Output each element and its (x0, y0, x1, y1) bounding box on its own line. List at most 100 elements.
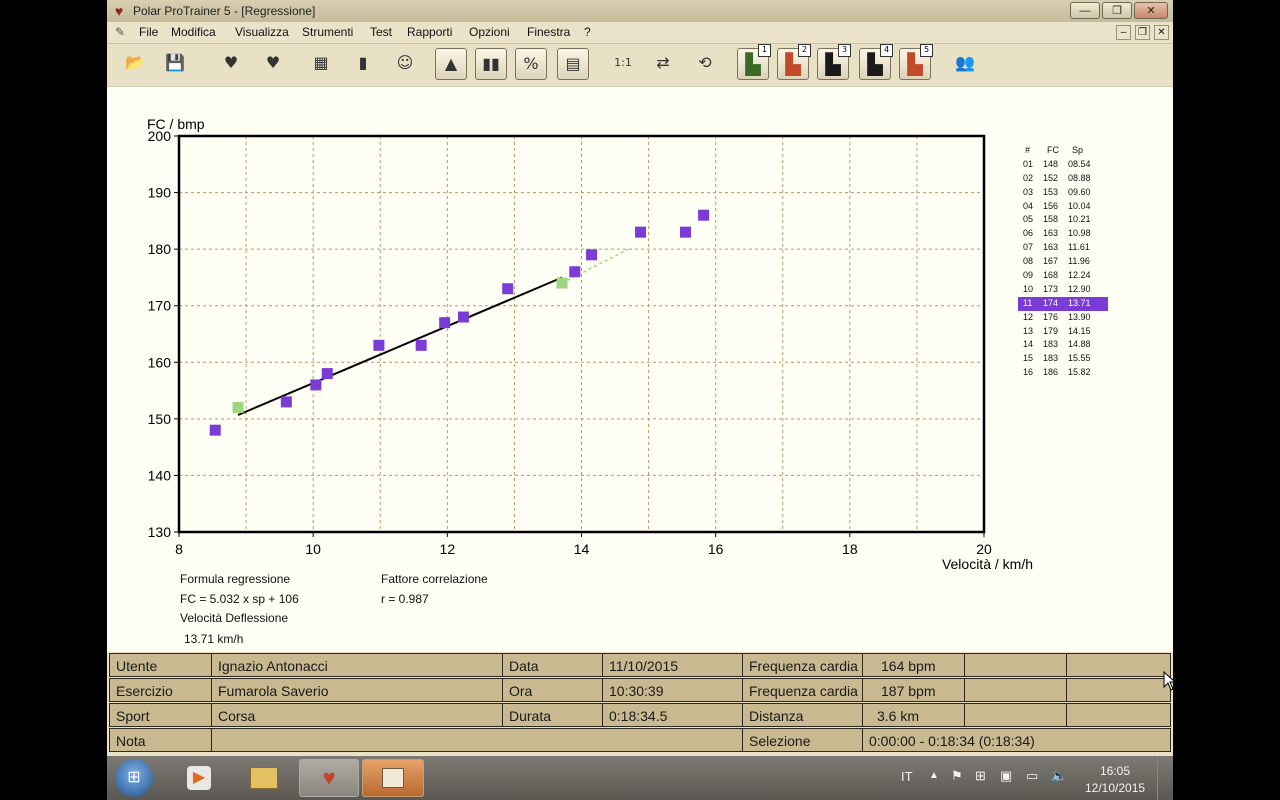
mdi-close-button[interactable]: ✕ (1154, 25, 1169, 40)
menu-finestra[interactable]: Finestra (527, 25, 570, 39)
polar-heart-icon: ♥ (322, 765, 336, 790)
minimize-button[interactable]: — (1070, 2, 1100, 19)
users-icon: 👥 (955, 53, 975, 72)
device-icon[interactable]: ▣ (1000, 768, 1012, 784)
menu-modifica[interactable]: Modifica (171, 25, 216, 39)
lap-speed: 14.15 (1068, 325, 1091, 336)
chart-1-button[interactable]: ▙ 1 (737, 44, 771, 80)
lap-speed: 15.55 (1068, 353, 1091, 364)
settings-heart-button[interactable]: ♥ (257, 48, 289, 80)
chart-3-button[interactable]: ▙ 3 (817, 44, 851, 80)
clock-date[interactable]: 12/10/2015 (1085, 781, 1145, 795)
rotate-button[interactable]: ⟲ (689, 48, 721, 80)
lap-table-row[interactable]: 02 152 08.88 (1018, 172, 1108, 186)
lap-table-row[interactable]: 10 173 12.90 (1018, 283, 1108, 297)
lap-table-row[interactable]: 05 158 10.21 (1018, 213, 1108, 227)
utente-value: Ignazio Antonacci (211, 653, 503, 677)
window-title: Polar ProTrainer 5 - [Regressione] (133, 4, 316, 18)
data-point (635, 226, 647, 238)
lap-table-row[interactable]: 01 148 08.54 (1018, 158, 1108, 172)
polar-taskbar-button[interactable]: ♥ (299, 759, 359, 797)
active-window-taskbar-button[interactable] (362, 759, 424, 797)
empty-cell (964, 653, 1067, 677)
lap-table-row[interactable]: 16 186 15.82 (1018, 366, 1108, 380)
mdi-restore-button[interactable]: ❐ (1135, 25, 1150, 40)
chart-2-button[interactable]: ▙ 2 (777, 44, 811, 80)
sync-heart-button[interactable]: ♥ (215, 48, 247, 80)
sport-label: Sport (109, 703, 212, 727)
start-button[interactable]: ⊞ (115, 759, 153, 797)
open-folder-button[interactable]: 📂 (119, 48, 151, 80)
lap-table-row[interactable]: 13 179 14.15 (1018, 325, 1108, 339)
data-value: 11/10/2015 (602, 653, 743, 677)
lap-table-row[interactable]: 08 167 11.96 (1018, 255, 1108, 269)
clock-time[interactable]: 16:05 (1100, 764, 1130, 778)
save-button[interactable]: 💾 (159, 48, 191, 80)
show-desktop-button[interactable] (1157, 756, 1174, 800)
zoom-button[interactable]: 1:1 (607, 48, 639, 80)
person-button[interactable]: ☺ (389, 48, 421, 80)
menu-visualizza[interactable]: Visualizza (235, 25, 289, 39)
area-chart-button[interactable]: ▲ (435, 48, 467, 80)
menu-opzioni[interactable]: Opzioni (469, 25, 510, 39)
close-button[interactable]: ✕ (1134, 2, 1168, 19)
compare-button[interactable]: ⇄ (647, 48, 679, 80)
lap-table-row[interactable]: 06 163 10.98 (1018, 227, 1108, 241)
show-hidden-icons-icon[interactable]: ▲ (929, 770, 939, 781)
header-sp: Sp (1072, 145, 1084, 155)
ora-label: Ora (502, 678, 603, 702)
lap-table-row[interactable]: 11 174 13.71 (1018, 296, 1108, 311)
rotate-icon: ⟲ (698, 53, 712, 72)
calendar-button[interactable]: ▦ (305, 48, 337, 80)
zoom-icon: 1:1 (614, 56, 632, 69)
language-indicator[interactable]: IT (901, 769, 913, 784)
deflection-value: 13.71 km/h (184, 632, 244, 646)
formula-title: Formula regressione (180, 572, 291, 586)
diary-book-button[interactable]: ▮ (347, 48, 379, 80)
table-button[interactable]: ▤ (557, 48, 589, 80)
windows-flag-icon[interactable]: ⊞ (975, 768, 986, 784)
mdi-minimize-button[interactable]: – (1116, 25, 1131, 40)
lap-table-row[interactable]: 09 168 12.24 (1018, 269, 1108, 283)
users-button[interactable]: 👥 (949, 48, 981, 80)
restore-button[interactable]: ❐ (1102, 2, 1132, 19)
document-icon: ✎ (115, 25, 126, 39)
lap-table-row[interactable]: 14 183 14.88 (1018, 338, 1108, 352)
x-tick-label: 8 (175, 541, 183, 557)
lap-table-row[interactable]: 04 156 10.04 (1018, 200, 1108, 214)
bar-chart-button[interactable]: ▮▮ (475, 48, 507, 80)
y-tick-label: 160 (148, 354, 172, 370)
x-tick-label: 14 (574, 541, 590, 557)
nota-value[interactable] (211, 728, 743, 752)
regression-view: 130 140 150 160 170 180 190 200 8 10 12 14 16 18 20 FC … (107, 87, 1173, 652)
lap-table-row[interactable]: 03 153 09.60 (1018, 186, 1108, 200)
action-center-flag-icon[interactable]: ⚑ (951, 768, 963, 784)
volume-icon[interactable]: 🔈 (1051, 768, 1067, 784)
menu-bar: ✎ File Modifica Visualizza Strumenti Tes… (107, 22, 1173, 44)
lap-number: 06 (1023, 228, 1034, 239)
fc1-label: Frequenza cardia (742, 653, 863, 677)
menu-strumenti[interactable]: Strumenti (302, 25, 353, 39)
lap-table-row[interactable]: 07 163 11.61 (1018, 241, 1108, 255)
lap-number: 10 (1023, 283, 1034, 294)
table-icon: ▤ (565, 54, 581, 73)
header-number: # (1025, 145, 1031, 155)
correlation-value: r = 0.987 (381, 592, 429, 606)
explorer-taskbar-button[interactable] (245, 759, 283, 797)
lap-table-row[interactable]: 15 183 15.55 (1018, 352, 1108, 366)
menu-rapporti[interactable]: Rapporti (407, 25, 452, 39)
menu-test[interactable]: Test (370, 25, 392, 39)
lap-table-row[interactable]: 12 176 13.90 (1018, 311, 1108, 325)
chart-5-button[interactable]: ▙ 5 (899, 44, 933, 80)
percent-chart-button[interactable]: % (515, 48, 547, 80)
lap-speed: 15.82 (1068, 367, 1091, 378)
title-bar[interactable]: ♥ Polar ProTrainer 5 - [Regressione] — ❐… (107, 0, 1173, 23)
media-player-taskbar-button[interactable]: ▶ (181, 759, 217, 797)
chart-4-button[interactable]: ▙ 4 (859, 44, 893, 80)
menu-help[interactable]: ? (584, 25, 591, 39)
sync-heart-icon: ♥ (223, 53, 239, 72)
data-point (439, 317, 451, 329)
network-icon[interactable]: ▭ (1026, 768, 1038, 784)
lap-table: # FC Sp 01 148 08.54 02 152 08.88 03 153 09.60 04… (1018, 144, 1108, 380)
menu-file[interactable]: File (139, 25, 158, 39)
